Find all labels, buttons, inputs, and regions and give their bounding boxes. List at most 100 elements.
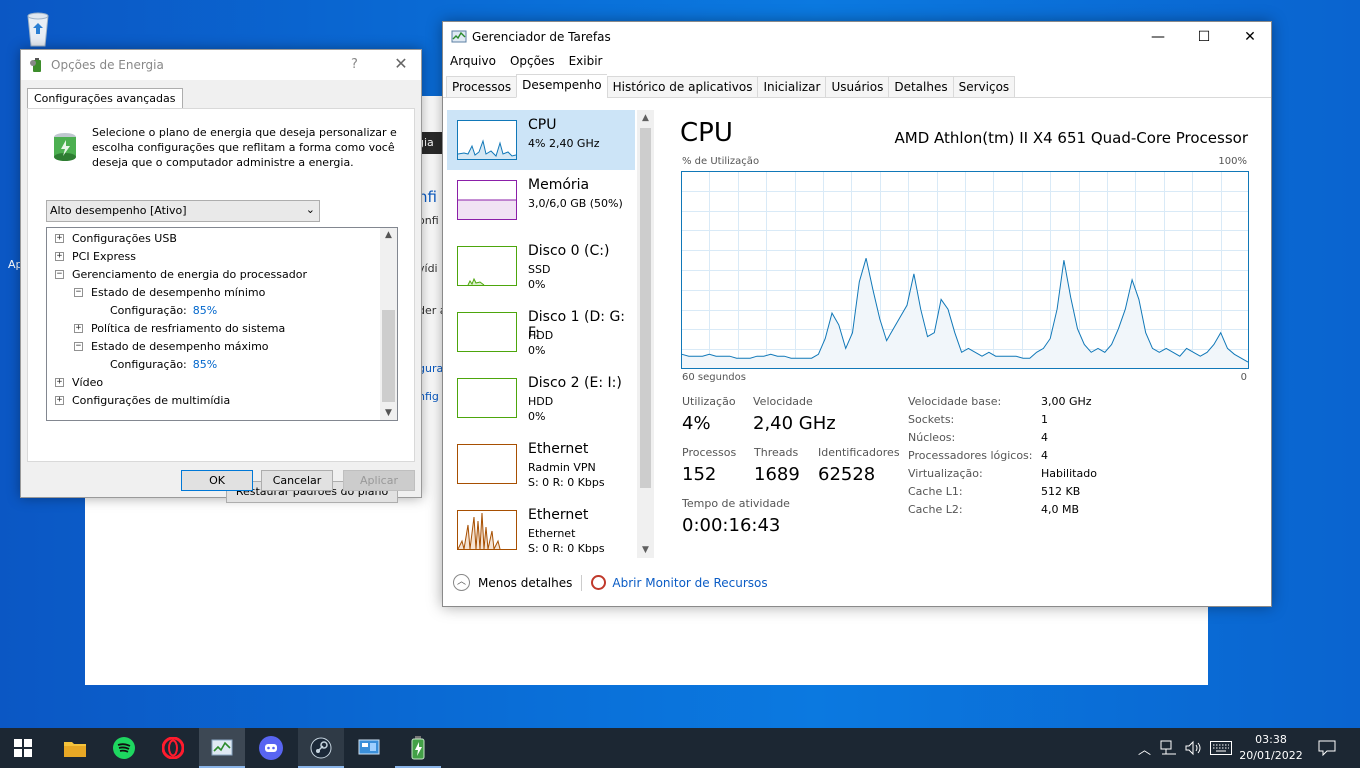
spotify-icon[interactable] <box>101 728 147 768</box>
task-manager-icon[interactable] <box>199 728 245 768</box>
setting-value[interactable]: 85% <box>193 304 217 317</box>
start-icon[interactable] <box>0 728 46 768</box>
notifications-icon[interactable] <box>1318 728 1336 768</box>
tab-advanced-settings[interactable]: Configurações avançadas <box>27 88 183 110</box>
tree-item[interactable]: + Configurações de multimídia <box>55 391 230 409</box>
power-plan-select[interactable]: Alto desempenho [Ativo] ⌄ <box>46 200 320 222</box>
network-icon[interactable] <box>1160 728 1178 768</box>
uptime-value: 0:00:16:43 <box>682 515 781 536</box>
power-options-icon[interactable] <box>395 728 441 768</box>
sidebar-item-ethernet-vpn[interactable]: Ethernet Radmin VPN S: 0 R: 0 Kbps <box>447 434 635 494</box>
tree-item[interactable]: + Vídeo <box>55 373 103 391</box>
sidebar-item-name: Ethernet <box>528 441 589 457</box>
tab-startup[interactable]: Inicializar <box>757 76 826 98</box>
steam-icon[interactable] <box>298 728 344 768</box>
tree-item-label: Estado de desempenho mínimo <box>91 285 266 299</box>
open-resource-monitor-link[interactable]: Abrir Monitor de Recursos <box>612 576 767 590</box>
volume-icon[interactable] <box>1184 728 1202 768</box>
tree-item[interactable]: + Política de resfriamento do sistema <box>74 319 285 337</box>
expand-icon[interactable]: + <box>55 233 64 243</box>
tab-services[interactable]: Serviços <box>952 76 1016 98</box>
keyboard-icon[interactable] <box>1210 728 1232 768</box>
tab-users[interactable]: Usuários <box>825 76 889 98</box>
minimize-icon[interactable]: — <box>1135 22 1181 52</box>
spec-label: Cache L1: <box>908 485 963 498</box>
tree-item-label: Estado de desempenho máximo <box>91 339 269 353</box>
settings-tree[interactable]: + Configurações USB + PCI Express − Gerenci… <box>46 227 398 421</box>
collapse-icon[interactable]: − <box>74 287 83 297</box>
ok-button[interactable]: OK <box>181 470 253 491</box>
scroll-up-icon[interactable]: ▲ <box>637 113 654 123</box>
expand-icon[interactable]: + <box>74 323 83 333</box>
tree-setting[interactable]: Configuração: 85% <box>110 355 217 373</box>
scroll-down-icon[interactable]: ▼ <box>380 408 397 418</box>
processes-value: 152 <box>682 464 717 485</box>
sidebar-item-name: Disco 2 (E: I:) <box>528 375 622 391</box>
utilization-label: Utilização <box>682 395 736 408</box>
handles-label: Identificadores <box>818 446 900 459</box>
tree-item[interactable]: − Estado de desempenho mínimo <box>74 283 265 301</box>
scroll-thumb[interactable] <box>640 128 651 488</box>
power-plan-value: Alto desempenho [Ativo] <box>50 204 187 217</box>
sidebar-item-disk1[interactable]: Disco 1 (D: G: F: HDD 0% <box>447 302 635 362</box>
spec-label: Sockets: <box>908 413 955 426</box>
control-panel-icon[interactable] <box>346 728 392 768</box>
power-titlebar[interactable]: Opções de Energia ? ✕ <box>21 50 421 80</box>
tab-details[interactable]: Detalhes <box>888 76 953 98</box>
collapse-icon[interactable]: − <box>55 269 64 279</box>
tree-item[interactable]: − Gerenciamento de energia do processador <box>55 265 307 283</box>
tree-setting[interactable]: Configuração: 85% <box>110 301 217 319</box>
sidebar-item-usage: 0% <box>528 410 546 423</box>
scroll-down-icon[interactable]: ▼ <box>637 545 654 555</box>
sidebar-item-memory[interactable]: Memória 3,0/6,0 GB (50%) <box>447 170 635 230</box>
tree-item-label: Configurações USB <box>72 231 177 245</box>
sidebar-item-disk0[interactable]: Disco 0 (C:) SSD 0% <box>447 236 635 296</box>
ethernet-thumbnail <box>457 444 517 484</box>
close-icon[interactable]: ✕ <box>391 54 411 73</box>
graph-y-max: 100% <box>1218 156 1247 167</box>
expand-icon[interactable]: + <box>55 395 64 405</box>
cancel-button[interactable]: Cancelar <box>261 470 333 491</box>
expand-icon[interactable]: + <box>55 377 64 387</box>
menu-view[interactable]: Exibir <box>562 52 610 72</box>
tree-item-label: Política de resfriamento do sistema <box>91 321 286 335</box>
system-clock[interactable]: 03:38 20/01/2022 <box>1238 732 1304 764</box>
help-button[interactable]: ? <box>351 57 358 72</box>
show-hidden-icons[interactable]: ︿ <box>1138 728 1151 768</box>
tab-performance[interactable]: Desempenho <box>516 74 607 98</box>
tree-item[interactable]: + PCI Express <box>55 247 136 265</box>
opera-icon[interactable] <box>150 728 196 768</box>
apply-button[interactable]: Aplicar <box>343 470 415 491</box>
sidebar-scrollbar[interactable]: ▲ ▼ <box>637 110 654 558</box>
setting-value[interactable]: 85% <box>193 358 217 371</box>
file-explorer-icon[interactable] <box>52 728 98 768</box>
footer-divider <box>581 574 583 591</box>
spec-label: Núcleos: <box>908 431 956 444</box>
sidebar-item-detail: 3,0/6,0 GB (50%) <box>528 197 623 210</box>
sidebar-item-cpu[interactable]: CPU 4% 2,40 GHz <box>447 110 635 170</box>
scroll-up-icon[interactable]: ▲ <box>380 230 397 240</box>
recycle-bin-icon[interactable] <box>18 8 58 48</box>
tree-scrollbar[interactable]: ▲ ▼ <box>380 228 397 420</box>
spec-value: 1 <box>1041 413 1048 426</box>
fewer-details-link[interactable]: Menos detalhes <box>478 576 572 590</box>
collapse-icon[interactable]: − <box>74 341 83 351</box>
menu-file[interactable]: Arquivo <box>443 52 503 72</box>
tab-app-history[interactable]: Histórico de aplicativos <box>606 76 758 98</box>
menu-options[interactable]: Opções <box>503 52 562 72</box>
chevron-up-icon[interactable]: ︿ <box>453 574 470 591</box>
close-icon[interactable]: ✕ <box>1227 22 1273 52</box>
tree-item-label: Gerenciamento de energia do processador <box>72 267 307 281</box>
spec-value: 3,00 GHz <box>1041 395 1092 408</box>
discord-icon[interactable] <box>248 728 294 768</box>
tab-bar: Processos Desempenho Histórico de aplica… <box>446 74 1016 98</box>
tab-processes[interactable]: Processos <box>446 76 517 98</box>
sidebar-item-disk2[interactable]: Disco 2 (E: I:) HDD 0% <box>447 368 635 428</box>
maximize-icon[interactable]: ☐ <box>1181 22 1227 52</box>
sidebar-item-ethernet[interactable]: Ethernet Ethernet S: 0 R: 0 Kbps <box>447 500 635 558</box>
scroll-thumb[interactable] <box>382 310 395 402</box>
tree-item[interactable]: + Configurações USB <box>55 229 177 247</box>
sidebar-item-name: CPU <box>528 117 557 133</box>
expand-icon[interactable]: + <box>55 251 64 261</box>
tree-item[interactable]: − Estado de desempenho máximo <box>74 337 269 355</box>
